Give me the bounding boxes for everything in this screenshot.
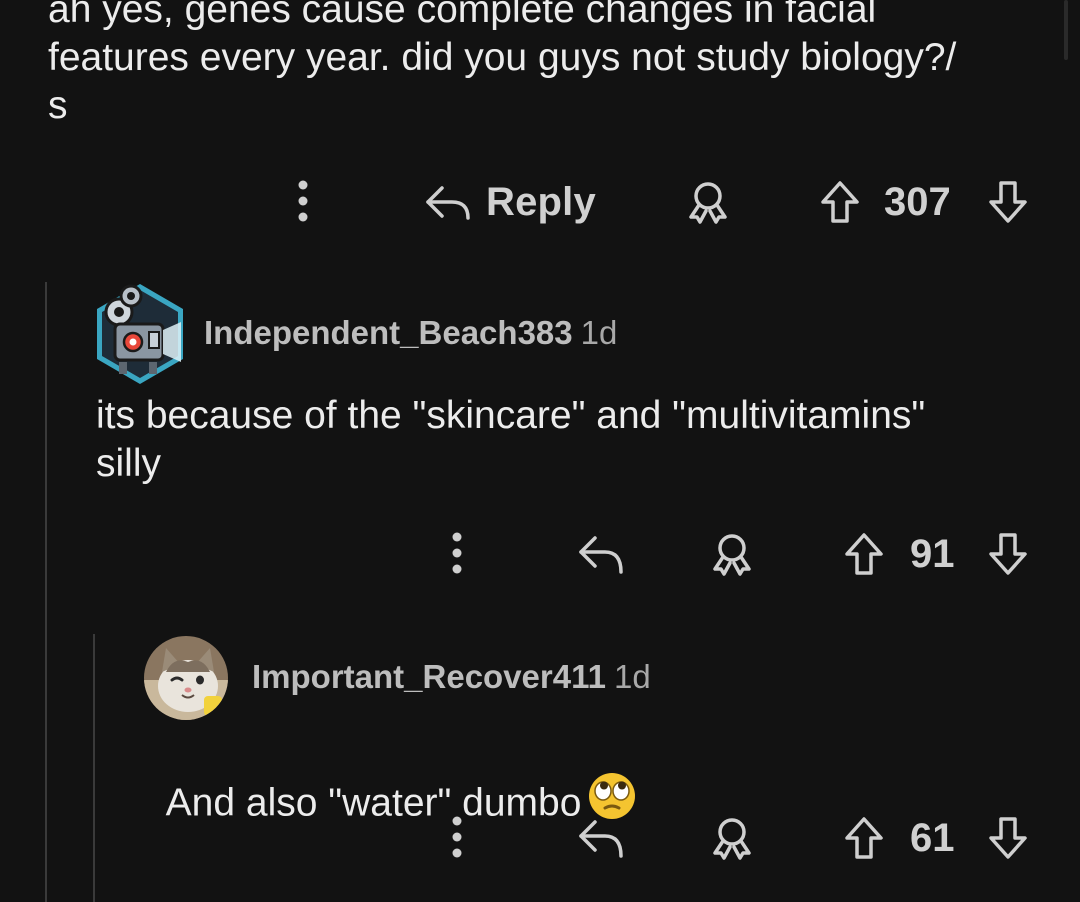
avatar[interactable] <box>93 282 187 386</box>
upvote-arrow-icon <box>845 533 883 575</box>
top-comment-downvote-button[interactable] <box>986 178 1030 226</box>
comment-username[interactable]: Important_Recover411 1d <box>252 658 651 696</box>
award-icon <box>713 818 751 860</box>
downvote-arrow-icon <box>989 181 1027 223</box>
more-options-button[interactable] <box>442 814 472 860</box>
comment-timestamp: 1d <box>614 658 651 695</box>
comment-username[interactable]: Independent_Beach383 1d <box>204 314 617 352</box>
comment-score: 91 <box>910 531 955 576</box>
downvote-arrow-icon <box>989 817 1027 859</box>
upvote-button[interactable] <box>842 530 886 578</box>
thread-line-level-1[interactable] <box>45 282 47 902</box>
award-button[interactable] <box>708 814 756 862</box>
reply-button[interactable] <box>576 814 626 862</box>
comment-timestamp: 1d <box>580 314 618 351</box>
username-text[interactable]: Independent_Beach383 <box>204 314 573 351</box>
more-options-button[interactable] <box>442 530 472 576</box>
reply-arrow-icon <box>579 536 623 574</box>
downvote-button[interactable] <box>986 814 1030 862</box>
award-button[interactable] <box>708 530 756 578</box>
more-options-icon <box>452 532 462 574</box>
top-comment-reply-button[interactable]: Reply <box>424 176 596 228</box>
upvote-button[interactable] <box>842 814 886 862</box>
cat-avatar-icon <box>144 636 228 720</box>
upvote-arrow-icon <box>845 817 883 859</box>
reply-arrow-icon <box>579 820 623 858</box>
reply-button[interactable] <box>576 530 626 578</box>
downvote-arrow-icon <box>989 533 1027 575</box>
thread-line-level-2[interactable] <box>93 634 95 902</box>
more-options-icon <box>298 180 308 222</box>
comment-text: And also "water" dumbo <box>165 781 582 825</box>
reply-arrow-icon <box>426 186 470 220</box>
avatar[interactable] <box>144 636 228 720</box>
top-comment-award-button[interactable] <box>684 178 732 226</box>
username-text[interactable]: Important_Recover411 <box>252 658 606 695</box>
top-comment-body: ah yes, genes cause complete changes in … <box>48 0 957 127</box>
more-options-icon <box>452 816 462 858</box>
top-comment-score: 307 <box>884 179 951 224</box>
award-icon <box>689 182 727 224</box>
comment-body: its because of the "skincare" and "multi… <box>96 394 926 485</box>
reply-label: Reply <box>486 179 596 224</box>
scrollbar[interactable] <box>1064 0 1068 60</box>
downvote-button[interactable] <box>986 530 1030 578</box>
upvote-arrow-icon <box>821 181 859 223</box>
top-comment-more-button[interactable] <box>288 178 318 224</box>
award-icon <box>713 534 751 576</box>
comment-score: 61 <box>910 815 955 860</box>
film-projector-robot-avatar-icon <box>97 284 183 384</box>
top-comment-upvote-button[interactable] <box>818 178 862 226</box>
